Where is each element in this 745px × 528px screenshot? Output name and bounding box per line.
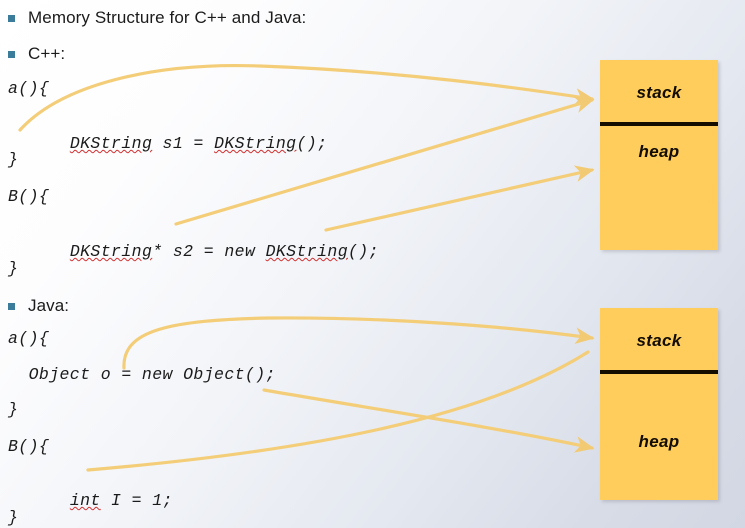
code-token-dkstring: DKString: [214, 134, 297, 153]
code-line: B(){: [8, 437, 50, 456]
code-token-tail: ();: [296, 134, 328, 153]
code-line: Object o = new Object();: [8, 365, 276, 384]
slide-canvas: Memory Structure for C++ and Java: C++: …: [0, 0, 745, 528]
code-line: a(){: [8, 79, 50, 98]
memory-label-heap: heap: [638, 142, 680, 161]
code-line: int I = 1;: [8, 472, 173, 528]
memory-label-heap: heap: [638, 432, 680, 451]
square-bullet-icon: [8, 14, 15, 22]
bullet-label: C++:: [28, 44, 66, 63]
memory-label-stack: stack: [636, 83, 682, 102]
stack-heap-divider: [600, 370, 718, 374]
code-line: DKString s1 = DKString();: [8, 115, 327, 172]
code-line: B(){: [8, 187, 50, 206]
code-token-dkstring: DKString: [265, 242, 348, 261]
code-line: }: [8, 400, 19, 419]
code-token-tail: ();: [348, 242, 379, 261]
code-token-rest: * s2 = new: [152, 242, 266, 261]
code-token-dkstring: DKString: [69, 242, 153, 261]
code-token-dkstring: DKString: [69, 134, 153, 153]
bullet-item-cpp: C++:: [8, 44, 65, 64]
code-line: DKString* s2 = new DKString();: [8, 223, 379, 280]
cpp-memory-box: heap stack: [600, 60, 718, 250]
bullet-label: Java:: [28, 296, 70, 315]
bullet-label: Memory Structure for C++ and Java:: [28, 8, 307, 27]
code-line: }: [8, 508, 19, 527]
arrow-java-o-to-stack: [122, 316, 595, 370]
code-line: }: [8, 150, 19, 169]
stack-heap-divider: [600, 122, 718, 126]
code-line: a(){: [8, 329, 50, 348]
code-token-int: int: [69, 491, 101, 510]
code-token-rest: s1 =: [152, 134, 215, 153]
code-token-tail: I = 1;: [100, 491, 173, 510]
arrow-java-object-to-heap: [262, 388, 595, 453]
square-bullet-icon: [8, 50, 15, 58]
bullet-item-memory-structure: Memory Structure for C++ and Java:: [8, 8, 306, 28]
code-line: }: [8, 259, 19, 278]
bullet-item-java: Java:: [8, 296, 69, 316]
square-bullet-icon: [8, 302, 15, 310]
java-memory-box: stack heap: [600, 308, 718, 500]
memory-label-stack: stack: [636, 331, 682, 350]
arrow-cpp-object-to-heap: [324, 165, 595, 232]
